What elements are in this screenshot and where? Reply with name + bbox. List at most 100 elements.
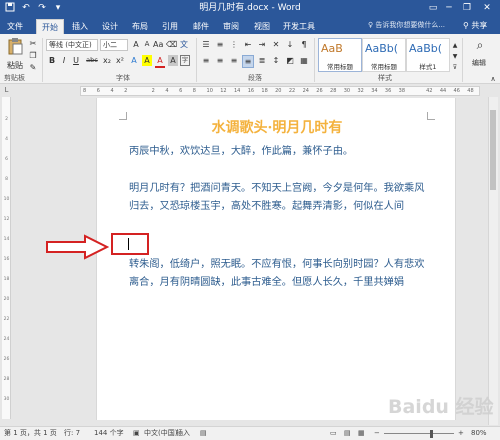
ruler-tick-label: 12 — [3, 217, 10, 222]
multilevel-list-icon[interactable]: ⋮ — [228, 39, 240, 50]
ribbon-tabs: 文件 开始 插入 设计 布局 引用 邮件 审阅 视图 开发工具 ♀ 告诉我你想要… — [0, 17, 500, 34]
sort-icon[interactable]: ↓ — [284, 39, 296, 50]
format-painter-icon[interactable]: ✎ — [28, 62, 38, 73]
language[interactable]: 中文(中国) — [144, 428, 177, 439]
align-center-icon[interactable]: ≡ — [214, 55, 226, 66]
tab-file[interactable]: 文件 — [2, 19, 28, 34]
ruler-tick-label: 4 — [110, 88, 114, 94]
justify-icon[interactable]: ≡ — [242, 55, 254, 68]
enclose-char-button[interactable]: 字 — [180, 55, 190, 66]
grow-font-icon[interactable]: A — [131, 39, 141, 50]
subscript-button[interactable]: x₂ — [101, 55, 113, 66]
cut-icon[interactable]: ✂ — [28, 38, 38, 49]
styles-scroll-up-icon[interactable]: ▲ — [451, 40, 459, 51]
ribbon-display-icon[interactable]: ▭ — [426, 2, 440, 15]
ruler-tick-label: 32 — [357, 88, 364, 94]
styles-scroll-down-icon[interactable]: ▼ — [451, 51, 459, 62]
show-marks-icon[interactable]: ¶ — [298, 39, 310, 50]
ribbon-separator — [42, 38, 43, 82]
macro-record-icon[interactable]: ▤ — [200, 428, 207, 439]
tab-references[interactable]: 引用 — [158, 19, 182, 34]
word-window: ↶ ↷ ▾ 明月几时有.docx - Word ▭ ─ ❐ ✕ 文件 开始 插入… — [0, 0, 500, 440]
print-layout-icon[interactable]: ▤ — [344, 428, 351, 439]
scrollbar-thumb[interactable] — [490, 110, 496, 190]
tab-mailings[interactable]: 邮件 — [189, 19, 213, 34]
font-size-select[interactable]: 小二 — [100, 39, 128, 51]
ruler-tick-label: 28 — [3, 377, 10, 382]
tab-review[interactable]: 审阅 — [219, 19, 243, 34]
ruler-tick-label: 26 — [316, 88, 323, 94]
font-name-value: 等线 (中文正) — [49, 41, 92, 49]
paste-label: 粘贴 — [7, 61, 23, 70]
close-button[interactable]: ✕ — [480, 2, 494, 15]
increase-indent-icon[interactable]: ⇥ — [256, 39, 268, 50]
align-right-icon[interactable]: ≡ — [228, 55, 240, 66]
decrease-indent-icon[interactable]: ⇤ — [242, 39, 254, 50]
tab-insert[interactable]: 插入 — [68, 19, 92, 34]
zoom-out-button[interactable]: − — [374, 428, 380, 439]
restore-button[interactable]: ❐ — [460, 2, 474, 15]
align-left-icon[interactable]: ≡ — [200, 55, 212, 66]
paste-button[interactable] — [6, 37, 24, 61]
zoom-slider[interactable] — [384, 433, 454, 434]
document-page[interactable]: 水调歌头·明月几时有 丙辰中秋，欢饮达旦，大醉，作此篇，兼怀子由。 明月几时有？… — [96, 98, 456, 420]
word-count[interactable]: 144 个字 — [94, 428, 124, 439]
minimize-button[interactable]: ─ — [442, 2, 456, 15]
bullets-icon[interactable]: ☰ — [200, 39, 212, 50]
ruler-tick-label: 30 — [3, 397, 10, 402]
ruler-tick-label: 8 — [192, 88, 196, 94]
tab-design[interactable]: 设计 — [98, 19, 122, 34]
char-shading-button[interactable]: A — [168, 55, 178, 66]
editing-button[interactable]: 编辑 — [466, 58, 492, 69]
line-spacing-icon[interactable]: ↕ — [270, 55, 282, 66]
font-name-select[interactable]: 等线 (中文正) — [46, 39, 98, 51]
shrink-font-icon[interactable]: A — [142, 39, 152, 50]
phonetic-guide-icon[interactable]: 文 — [179, 39, 189, 50]
tab-selector[interactable]: L — [2, 86, 11, 96]
ruler-tick-label: 48 — [467, 88, 474, 94]
font-color-button[interactable]: A — [155, 55, 165, 68]
paragraph-preface: 丙辰中秋，欢饮达旦，大醉，作此篇，兼怀子由。 — [129, 146, 354, 157]
tell-me-box[interactable]: ♀ 告诉我你想要做什么... — [368, 19, 445, 32]
bold-button[interactable]: B — [47, 55, 57, 66]
share-button[interactable]: ⚲ 共享 — [463, 19, 497, 32]
proofing-icon[interactable]: ▣ — [133, 428, 140, 439]
web-layout-icon[interactable]: ▦ — [358, 428, 365, 439]
zoom-in-button[interactable]: + — [458, 428, 464, 439]
highlight-button[interactable]: A — [142, 55, 152, 66]
italic-button[interactable]: I — [59, 55, 69, 66]
tab-home[interactable]: 开始 — [36, 19, 64, 34]
copy-icon[interactable]: ❐ — [28, 50, 38, 61]
style-sample: AaB — [321, 42, 343, 55]
find-icon[interactable]: ⌕ — [468, 39, 492, 51]
page-count[interactable]: 第 1 页，共 1 页 — [4, 428, 57, 439]
superscript-button[interactable]: x² — [114, 55, 126, 66]
strikethrough-button[interactable]: abc — [85, 55, 99, 66]
zoom-slider-thumb[interactable] — [430, 430, 433, 438]
style-gallery-item[interactable]: AaB 常用标题 — [318, 38, 362, 72]
horizontal-ruler[interactable]: 8 6 4 2 2 4 6 8 10 12 14 16 18 20 22 24 26 28 30 32 34 36 38 42… — [80, 86, 480, 96]
text-effects-button[interactable]: A — [129, 55, 139, 66]
clear-format-icon[interactable]: ⌫ — [166, 39, 177, 50]
chinese-layout-icon[interactable]: ✕ — [270, 39, 282, 50]
style-gallery-item[interactable]: AaBb( 样式1 — [406, 38, 450, 72]
underline-button[interactable]: U — [71, 55, 81, 66]
highlight-box — [111, 233, 149, 255]
borders-icon[interactable]: ▦ — [298, 55, 310, 66]
zoom-level[interactable]: 80% — [471, 428, 487, 439]
line-number[interactable]: 行: 7 — [64, 428, 80, 439]
collapse-ribbon-icon[interactable]: ∧ — [488, 74, 498, 85]
tab-view[interactable]: 视图 — [250, 19, 274, 34]
read-mode-icon[interactable]: ▭ — [330, 428, 337, 439]
numbering-icon[interactable]: ≡ — [214, 39, 226, 50]
insert-mode[interactable]: 插入 — [176, 428, 190, 439]
ruler-tick-label: 46 — [453, 88, 460, 94]
style-gallery-item[interactable]: AaBb( 常用标题 — [362, 38, 406, 72]
shading-icon[interactable]: ◩ — [284, 55, 296, 66]
vertical-ruler[interactable]: 2 4 6 8 10 12 14 16 18 20 22 24 26 28 30 — [2, 97, 11, 419]
distributed-icon[interactable]: ≣ — [256, 55, 268, 66]
tab-developer[interactable]: 开发工具 — [279, 19, 319, 34]
styles-more-icon[interactable]: ⊽ — [451, 62, 459, 73]
change-case-icon[interactable]: Aa — [153, 39, 163, 50]
tab-layout[interactable]: 布局 — [128, 19, 152, 34]
